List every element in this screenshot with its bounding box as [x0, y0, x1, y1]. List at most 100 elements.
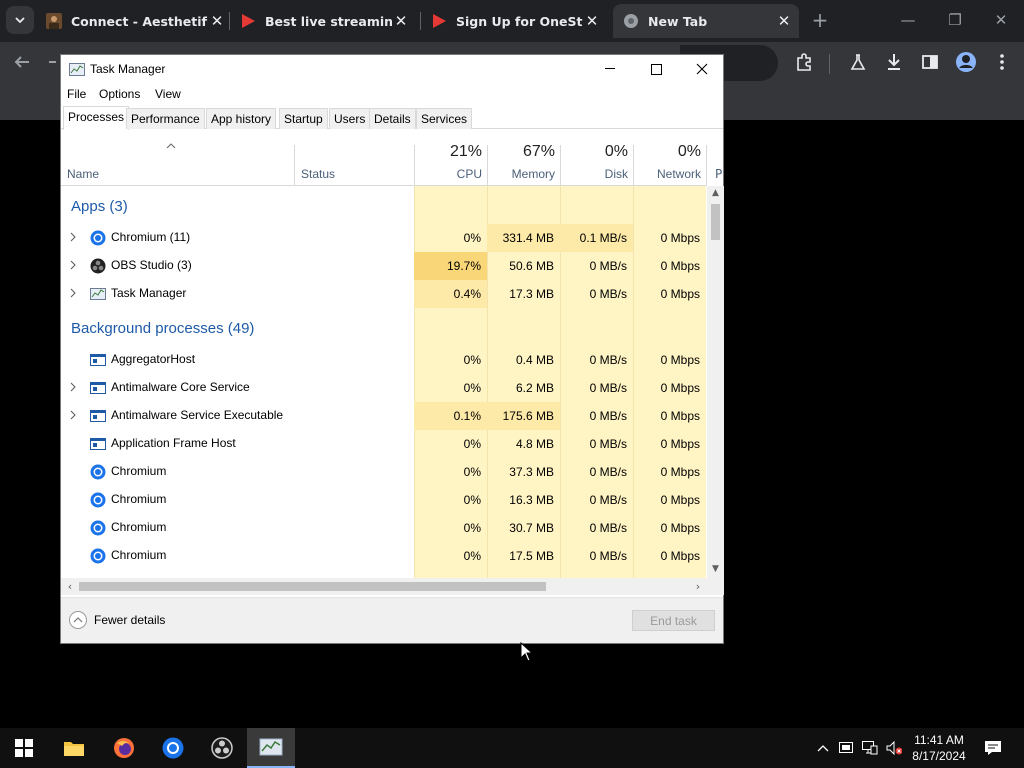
volume-muted-icon[interactable]: [886, 740, 902, 756]
toolbar-divider: [829, 54, 830, 74]
start-button[interactable]: [0, 728, 48, 768]
show-hidden-icons-chevron-icon[interactable]: [815, 740, 831, 756]
download-icon[interactable]: [882, 50, 906, 74]
column-cpu[interactable]: 21% CPU: [415, 143, 488, 181]
back-icon[interactable]: [10, 50, 34, 74]
end-task-button[interactable]: End task: [632, 610, 715, 631]
vertical-scroll-thumb[interactable]: [711, 204, 720, 240]
table-row[interactable]: Chromium (11) 0% 331.4 MB 0.1 MB/s 0 Mbp…: [61, 224, 707, 252]
minimize-icon: [605, 68, 615, 69]
vertical-scrollbar[interactable]: ▲ ▼: [707, 186, 724, 578]
column-memory[interactable]: 67% Memory: [488, 143, 561, 181]
table-row[interactable]: Application Frame Host 0% 4.8 MB 0 MB/s …: [61, 430, 707, 458]
column-status[interactable]: Status: [301, 167, 335, 181]
table-row[interactable]: Chromium 0% 30.7 MB 0 MB/s 0 Mbps: [61, 514, 707, 542]
taskmanager-icon: [90, 286, 106, 302]
taskbar-firefox[interactable]: [100, 728, 148, 768]
horizontal-scrollbar[interactable]: ‹ ›: [61, 578, 707, 595]
tab-users[interactable]: Users: [329, 108, 371, 129]
group-header-background[interactable]: Background processes (49): [61, 308, 707, 342]
task-manager-titlebar[interactable]: Task Manager: [61, 55, 723, 83]
side-panel-icon[interactable]: [918, 50, 942, 74]
taskbar-clock[interactable]: 11:41 AM 8/17/2024: [902, 732, 976, 764]
disk-total: 0%: [604, 143, 628, 160]
chromium-icon: [90, 464, 106, 480]
table-row[interactable]: Chromium 0% 16.3 MB 0 MB/s 0 Mbps: [61, 486, 707, 514]
tab-processes[interactable]: Processes: [63, 106, 130, 130]
chevron-right-icon[interactable]: [68, 232, 78, 245]
taskbar-task-manager[interactable]: [247, 728, 295, 768]
network-total: 0%: [677, 143, 701, 160]
notification-center-icon[interactable]: [984, 739, 1002, 757]
disk-cell: 0 MB/s: [589, 437, 627, 451]
new-tab-button[interactable]: +: [810, 10, 830, 30]
tab-search-dropdown[interactable]: [6, 6, 34, 34]
browser-restore-button[interactable]: ❐: [940, 8, 970, 32]
tab-services[interactable]: Services: [416, 108, 473, 129]
column-disk[interactable]: 0% Disk: [561, 143, 634, 181]
chevron-right-icon[interactable]: [68, 288, 78, 301]
browser-tab-strip: Connect - Aesthetiful ✕ Best live stream…: [0, 0, 1024, 42]
group-header-apps[interactable]: Apps (3): [61, 186, 707, 220]
browser-tab-connect[interactable]: Connect - Aesthetiful ✕: [46, 4, 226, 38]
browser-tab-streaming[interactable]: Best live streaming pl ✕: [240, 4, 410, 38]
scroll-right-icon[interactable]: ›: [691, 580, 705, 593]
scroll-down-icon[interactable]: ▼: [707, 564, 724, 574]
memory-total: 67%: [522, 143, 555, 160]
table-row[interactable]: Chromium 0% 17.5 MB 0 MB/s 0 Mbps: [61, 542, 707, 570]
tray-app-icon[interactable]: [838, 740, 854, 756]
browser-close-button[interactable]: ✕: [986, 8, 1016, 32]
tab-separator: [420, 12, 421, 30]
maximize-button[interactable]: [633, 55, 679, 83]
tab-close-icon[interactable]: ✕: [392, 12, 410, 30]
table-row[interactable]: Chromium 0% 37.3 MB 0 MB/s 0 Mbps: [61, 458, 707, 486]
chevron-right-icon[interactable]: [68, 382, 78, 395]
chromium-icon: [90, 548, 106, 564]
column-network[interactable]: 0% Network: [634, 143, 707, 181]
column-header: Name Status 21% CPU 67% Memory 0% Disk 0…: [61, 131, 707, 186]
scroll-left-icon[interactable]: ‹: [63, 580, 77, 593]
browser-tab-new-tab[interactable]: New Tab ✕: [613, 4, 799, 38]
fewer-details-link[interactable]: Fewer details: [94, 613, 165, 627]
taskbar-obs[interactable]: [198, 728, 246, 768]
labs-icon[interactable]: [846, 50, 870, 74]
browser-tab-onestream[interactable]: Sign Up for OneStrear ✕: [431, 4, 601, 38]
column-name[interactable]: Name: [67, 167, 99, 181]
tab-close-icon[interactable]: ✕: [775, 12, 793, 30]
chevron-right-icon[interactable]: [68, 410, 78, 423]
memory-label: Memory: [511, 167, 555, 181]
taskbar-file-explorer[interactable]: [50, 728, 98, 768]
table-row[interactable]: OBS Studio (3) 19.7% 50.6 MB 0 MB/s 0 Mb…: [61, 252, 707, 280]
menu-options[interactable]: Options: [99, 87, 140, 101]
chevron-up-circle-icon[interactable]: [69, 611, 87, 629]
tab-details[interactable]: Details: [369, 108, 416, 129]
horizontal-scroll-thumb[interactable]: [79, 582, 546, 591]
tab-close-icon[interactable]: ✕: [208, 12, 226, 30]
chevron-right-icon[interactable]: [68, 260, 78, 273]
tab-close-icon[interactable]: ✕: [583, 12, 601, 30]
menu-file[interactable]: File: [67, 87, 86, 101]
tab-performance[interactable]: Performance: [126, 108, 205, 129]
table-row[interactable]: AggregatorHost 0% 0.4 MB 0 MB/s 0 Mbps: [61, 346, 707, 374]
menu-view[interactable]: View: [155, 87, 181, 101]
taskbar-chromium[interactable]: [149, 728, 197, 768]
menu-icon[interactable]: [990, 50, 1014, 74]
process-list: Apps (3) Chromium (11) 0% 331.4 MB 0.1 M…: [61, 186, 707, 578]
process-name: Application Frame Host: [111, 436, 236, 450]
minimize-button[interactable]: [587, 55, 633, 83]
chromium-icon: [90, 520, 106, 536]
network-icon[interactable]: [862, 740, 878, 756]
extensions-icon[interactable]: [792, 50, 816, 74]
tab-app-history[interactable]: App history: [206, 108, 277, 129]
table-row[interactable]: Task Manager 0.4% 17.3 MB 0 MB/s 0 Mbps: [61, 280, 707, 308]
table-row[interactable]: Antimalware Core Service 0% 6.2 MB 0 MB/…: [61, 374, 707, 402]
column-power-partial[interactable]: P: [715, 167, 722, 181]
profile-icon[interactable]: [954, 50, 978, 74]
tab-startup[interactable]: Startup: [279, 108, 328, 129]
close-button[interactable]: [679, 55, 725, 83]
clock-time: 11:41 AM: [914, 733, 964, 747]
browser-minimize-button[interactable]: —: [893, 8, 923, 32]
cpu-cell: 0.4%: [414, 280, 487, 308]
table-row[interactable]: Antimalware Service Executable 0.1% 175.…: [61, 402, 707, 430]
scroll-up-icon[interactable]: ▲: [707, 188, 724, 198]
